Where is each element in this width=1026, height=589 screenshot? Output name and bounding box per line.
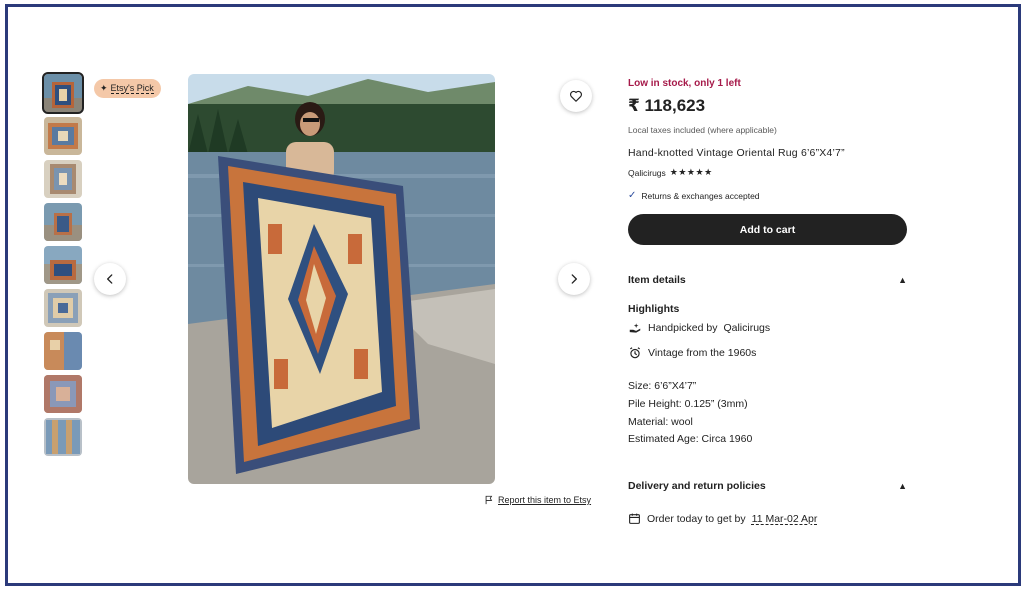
shop-row: Qalicirugs ★★★★★ [628, 167, 713, 178]
delivery-estimate-row: Order today to get by 11 Mar-02 Apr [628, 512, 817, 525]
flag-icon [485, 495, 493, 505]
handpicked-shop-link[interactable]: Qalicirugs [723, 322, 770, 334]
previous-image-button[interactable] [94, 263, 126, 295]
spec-material: Material: wool [628, 416, 693, 428]
thumbnail-7[interactable] [44, 332, 82, 370]
chevron-left-icon [107, 274, 113, 284]
favorite-button[interactable] [560, 80, 592, 112]
alarm-clock-icon [630, 347, 640, 359]
returns-row: ✓ Returns & exchanges accepted [628, 190, 760, 201]
thumbnail-strip [42, 72, 84, 461]
tax-note: Local taxes included (where applicable) [628, 125, 777, 135]
etsys-pick-badge[interactable]: ✦ Etsy's Pick [94, 79, 161, 98]
delivery-heading: Delivery and return policies [628, 480, 766, 492]
thumbnail-8[interactable] [44, 375, 82, 413]
spec-pile-height: Pile Height: 0.125” (3mm) [628, 398, 748, 410]
rating-stars[interactable]: ★★★★★ [670, 167, 713, 178]
thumbnail-6[interactable] [44, 289, 82, 327]
thumbnail-4[interactable] [44, 203, 82, 241]
add-to-cart-button[interactable]: Add to cart [628, 214, 907, 245]
product-title: Hand-knotted Vintage Oriental Rug 6’6”X4… [628, 147, 845, 159]
sparkle-icon: ✦ [100, 83, 108, 93]
report-item-link[interactable]: Report this item to Etsy [484, 495, 591, 505]
handpicked-row: Handpicked by Qalicirugs [628, 321, 770, 335]
handpicked-prefix: Handpicked by [648, 322, 718, 334]
thumbnail-1[interactable] [42, 72, 84, 114]
product-price: ₹ 118,623 [628, 96, 706, 115]
caret-up-icon: ▲ [898, 481, 907, 491]
thumbnail-3[interactable] [44, 160, 82, 198]
item-details-heading: Item details [628, 274, 686, 286]
vintage-label: Vintage from the 1960s [648, 347, 757, 359]
thumbnail-2[interactable] [44, 117, 82, 155]
returns-label: Returns & exchanges accepted [641, 190, 760, 201]
thumbnail-9[interactable] [44, 418, 82, 456]
next-image-button[interactable] [558, 263, 590, 295]
check-icon: ✓ [628, 190, 637, 201]
delivery-date-range[interactable]: 11 Mar-02 Apr [752, 513, 818, 525]
main-product-image[interactable] [188, 74, 495, 484]
heart-icon [570, 90, 582, 102]
highlights-title: Highlights [628, 303, 680, 315]
delivery-policies-toggle[interactable]: Delivery and return policies ▲ [628, 480, 907, 492]
spec-estimated-age: Estimated Age: Circa 1960 [628, 433, 753, 445]
caret-up-icon: ▲ [898, 275, 907, 285]
thumbnail-5[interactable] [44, 246, 82, 284]
item-details-toggle[interactable]: Item details ▲ [628, 274, 907, 286]
shop-name-link[interactable]: Qalicirugs [628, 168, 666, 178]
stock-status: Low in stock, only 1 left [628, 78, 741, 89]
hand-icon [629, 323, 641, 333]
spec-size: Size: 6’6”X4’7” [628, 380, 697, 392]
etsys-pick-label: Etsy's Pick [110, 83, 154, 94]
order-prefix: Order today to get by [647, 512, 746, 525]
vintage-row: Vintage from the 1960s [628, 346, 756, 360]
report-item-label[interactable]: Report this item to Etsy [498, 495, 591, 505]
calendar-icon [629, 513, 640, 524]
chevron-right-icon [571, 274, 577, 284]
